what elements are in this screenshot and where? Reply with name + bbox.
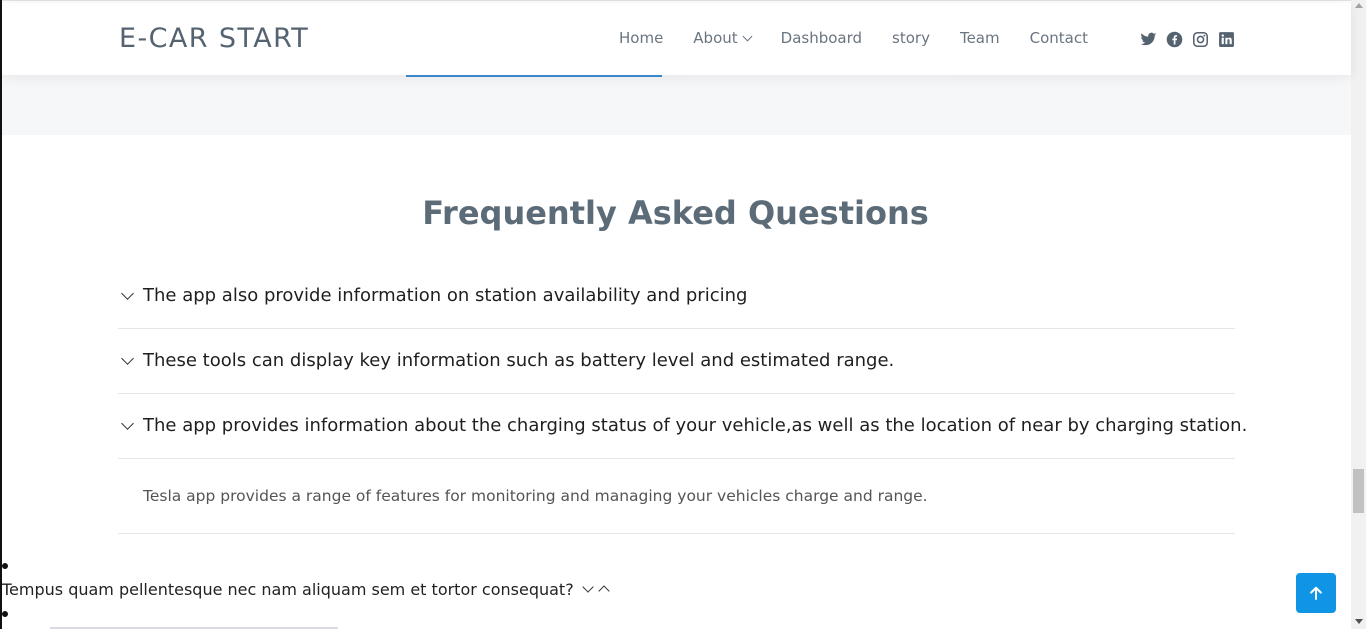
faq-item[interactable]: These tools can display key information … [118, 329, 1235, 394]
main-nav: Home About Dashboard story Team Contact [619, 29, 1118, 47]
chevron-down-icon [582, 581, 594, 593]
tab-indicator [690, 75, 948, 77]
chevron-down-icon [121, 287, 134, 300]
instagram-icon[interactable] [1192, 31, 1209, 48]
nav-story-label: story [892, 29, 930, 47]
facebook-icon[interactable] [1166, 31, 1183, 48]
chevron-down-icon [742, 31, 753, 41]
faq-answer-text: Tesla app provides a range of features f… [143, 487, 928, 505]
site-header: E-CAR START Home About Dashboard story T… [2, 3, 1351, 75]
nav-story[interactable]: story [892, 29, 930, 47]
list-bullet [2, 563, 8, 569]
faq-question: The app provides information about the c… [143, 415, 1248, 436]
chevron-up-icon [598, 585, 610, 597]
active-tab-indicator [406, 75, 662, 77]
faq-title: Frequently Asked Questions [422, 194, 929, 232]
nav-dashboard[interactable]: Dashboard [781, 29, 862, 47]
scroll-down-arrow-icon[interactable] [1355, 619, 1363, 624]
nav-contact[interactable]: Contact [1030, 29, 1088, 47]
linkedin-icon[interactable] [1218, 31, 1235, 48]
faq-question: These tools can display key information … [143, 350, 895, 371]
social-links [1140, 31, 1244, 48]
unstyled-faq-question: Tempus quam pellentesque nec nam aliquam… [2, 580, 574, 599]
nav-home-label: Home [619, 29, 664, 47]
page-scrollbar[interactable] [1351, 0, 1366, 629]
faq-item[interactable]: The app also provide information on stat… [118, 264, 1235, 329]
nav-about[interactable]: About [693, 29, 753, 47]
twitter-icon[interactable] [1140, 31, 1157, 48]
nav-team-label: Team [959, 29, 1000, 47]
list-bullet [2, 611, 8, 617]
faq-list: The app also provide information on stat… [118, 264, 1247, 534]
arrow-up-icon [1310, 586, 1322, 600]
site-logo[interactable]: E-CAR START [119, 23, 309, 54]
scroll-up-arrow-icon[interactable] [1355, 3, 1363, 8]
scrollbar-thumb[interactable] [1353, 469, 1364, 513]
back-to-top-button[interactable] [1296, 573, 1336, 613]
nav-team[interactable]: Team [960, 29, 1000, 47]
chevron-down-icon [121, 417, 134, 430]
faq-question: The app also provide information on stat… [143, 285, 748, 306]
nav-home[interactable]: Home [619, 29, 663, 47]
nav-about-label: About [693, 29, 738, 47]
window-left-edge [0, 0, 2, 629]
unstyled-faq-item[interactable]: Tempus quam pellentesque nec nam aliquam… [2, 580, 610, 599]
nav-contact-label: Contact [1029, 29, 1088, 47]
nav-dashboard-label: Dashboard [780, 29, 863, 47]
section-band [2, 75, 1351, 135]
faq-item[interactable]: The app provides information about the c… [118, 394, 1247, 459]
chevron-down-icon [121, 352, 134, 365]
faq-answer: Tesla app provides a range of features f… [118, 459, 1235, 534]
